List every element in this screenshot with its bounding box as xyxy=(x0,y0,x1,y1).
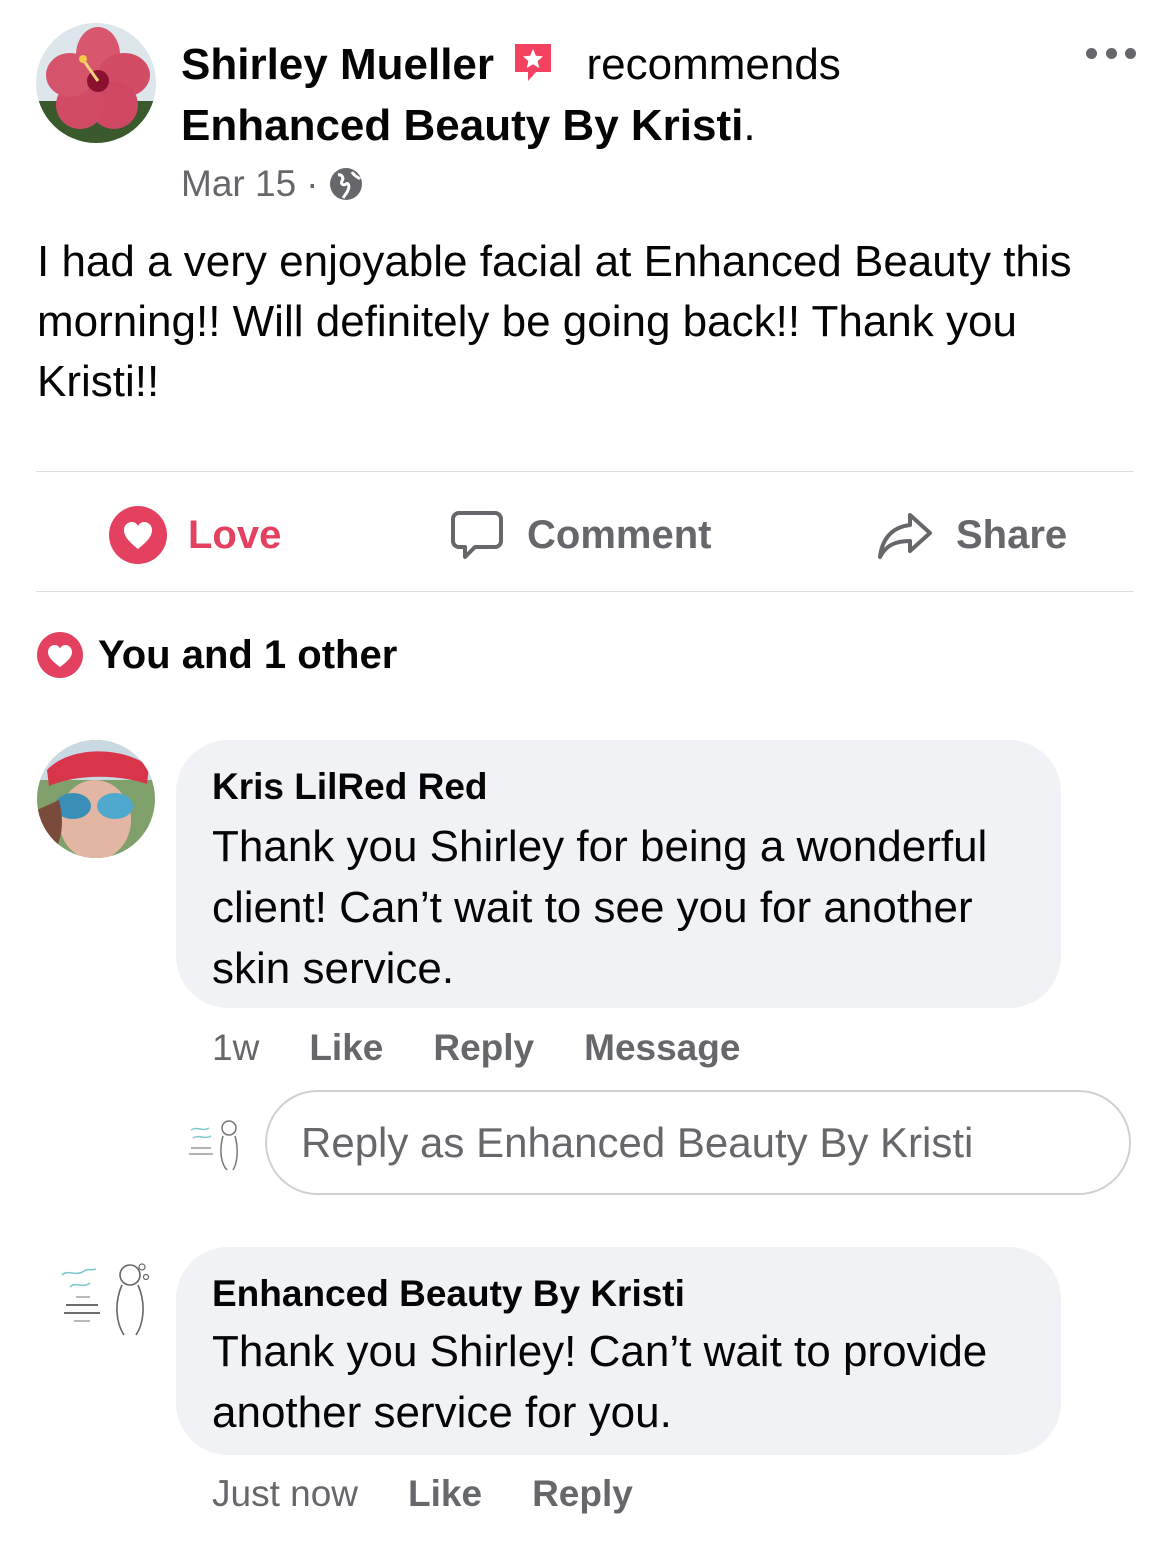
like-button[interactable]: Like xyxy=(309,1027,383,1069)
post-body: I had a very enjoyable facial at Enhance… xyxy=(37,237,1072,406)
author-avatar[interactable] xyxy=(36,23,156,143)
comment-text: Thank you Shirley! Can’t wait to provide… xyxy=(212,1327,988,1437)
recommended-page-name[interactable]: Enhanced Beauty By Kristi xyxy=(181,101,743,150)
page-name-suffix: . xyxy=(743,101,756,150)
commenter-photo xyxy=(37,740,155,858)
comment-text: Thank you Shirley for being a wonderful … xyxy=(212,822,988,993)
comment-actions: Just now Like Reply xyxy=(212,1470,683,1518)
reactions-summary-text: You and 1 other xyxy=(98,633,398,677)
recommend-badge-icon xyxy=(510,39,556,101)
divider-bottom xyxy=(36,591,1134,592)
like-button[interactable]: Like xyxy=(408,1473,482,1515)
comment-actions: 1w Like Reply Message xyxy=(212,1024,790,1072)
comment-author[interactable]: Kris LilRed Red xyxy=(212,762,488,812)
brand-logo-icon xyxy=(61,1263,150,1336)
post-date[interactable]: Mar 15 xyxy=(181,160,296,208)
message-button[interactable]: Message xyxy=(584,1027,740,1069)
comment-label: Comment xyxy=(527,512,712,557)
recommended-page-line: Enhanced Beauty By Kristi. xyxy=(181,96,756,156)
divider-top xyxy=(36,471,1134,472)
post-author-name[interactable]: Shirley Mueller xyxy=(181,40,494,89)
share-button[interactable]: Share xyxy=(876,505,1067,565)
recommends-text: recommends xyxy=(586,40,841,89)
reply-input-placeholder: Reply as Enhanced Beauty By Kristi xyxy=(301,1119,974,1166)
page-avatar[interactable] xyxy=(56,1253,156,1337)
share-label: Share xyxy=(956,512,1068,557)
heart-icon xyxy=(108,505,168,565)
reactions-summary[interactable]: You and 1 other xyxy=(36,630,397,680)
globe-icon xyxy=(328,166,364,202)
comment-button[interactable]: Comment xyxy=(449,505,711,565)
share-icon xyxy=(876,507,934,563)
meta-separator: · xyxy=(306,163,319,204)
comment-time: Just now xyxy=(212,1473,359,1514)
reply-button[interactable]: Reply xyxy=(532,1473,633,1515)
brand-logo-icon xyxy=(189,1120,238,1171)
reply-button[interactable]: Reply xyxy=(433,1027,534,1069)
commenter-avatar[interactable] xyxy=(37,740,155,858)
heart-icon xyxy=(36,631,84,679)
hibiscus-avatar-image xyxy=(36,23,156,143)
post-author-line: Shirley Mueller recommends xyxy=(181,35,1061,101)
love-label: Love xyxy=(188,512,282,557)
comment-bubble[interactable]: Enhanced Beauty By Kristi Thank you Shir… xyxy=(176,1247,1061,1455)
comment-author[interactable]: Enhanced Beauty By Kristi xyxy=(212,1269,685,1319)
more-options-icon[interactable] xyxy=(1086,43,1136,63)
comment-icon xyxy=(449,507,505,563)
post-meta: Mar 15 · xyxy=(181,160,364,208)
comment-time: 1w xyxy=(212,1027,260,1068)
comment-bubble[interactable]: Kris LilRed Red Thank you Shirley for be… xyxy=(176,740,1061,1008)
reply-input[interactable]: Reply as Enhanced Beauty By Kristi xyxy=(265,1090,1131,1195)
love-button[interactable]: Love xyxy=(108,505,281,565)
page-logo-small xyxy=(183,1110,249,1176)
